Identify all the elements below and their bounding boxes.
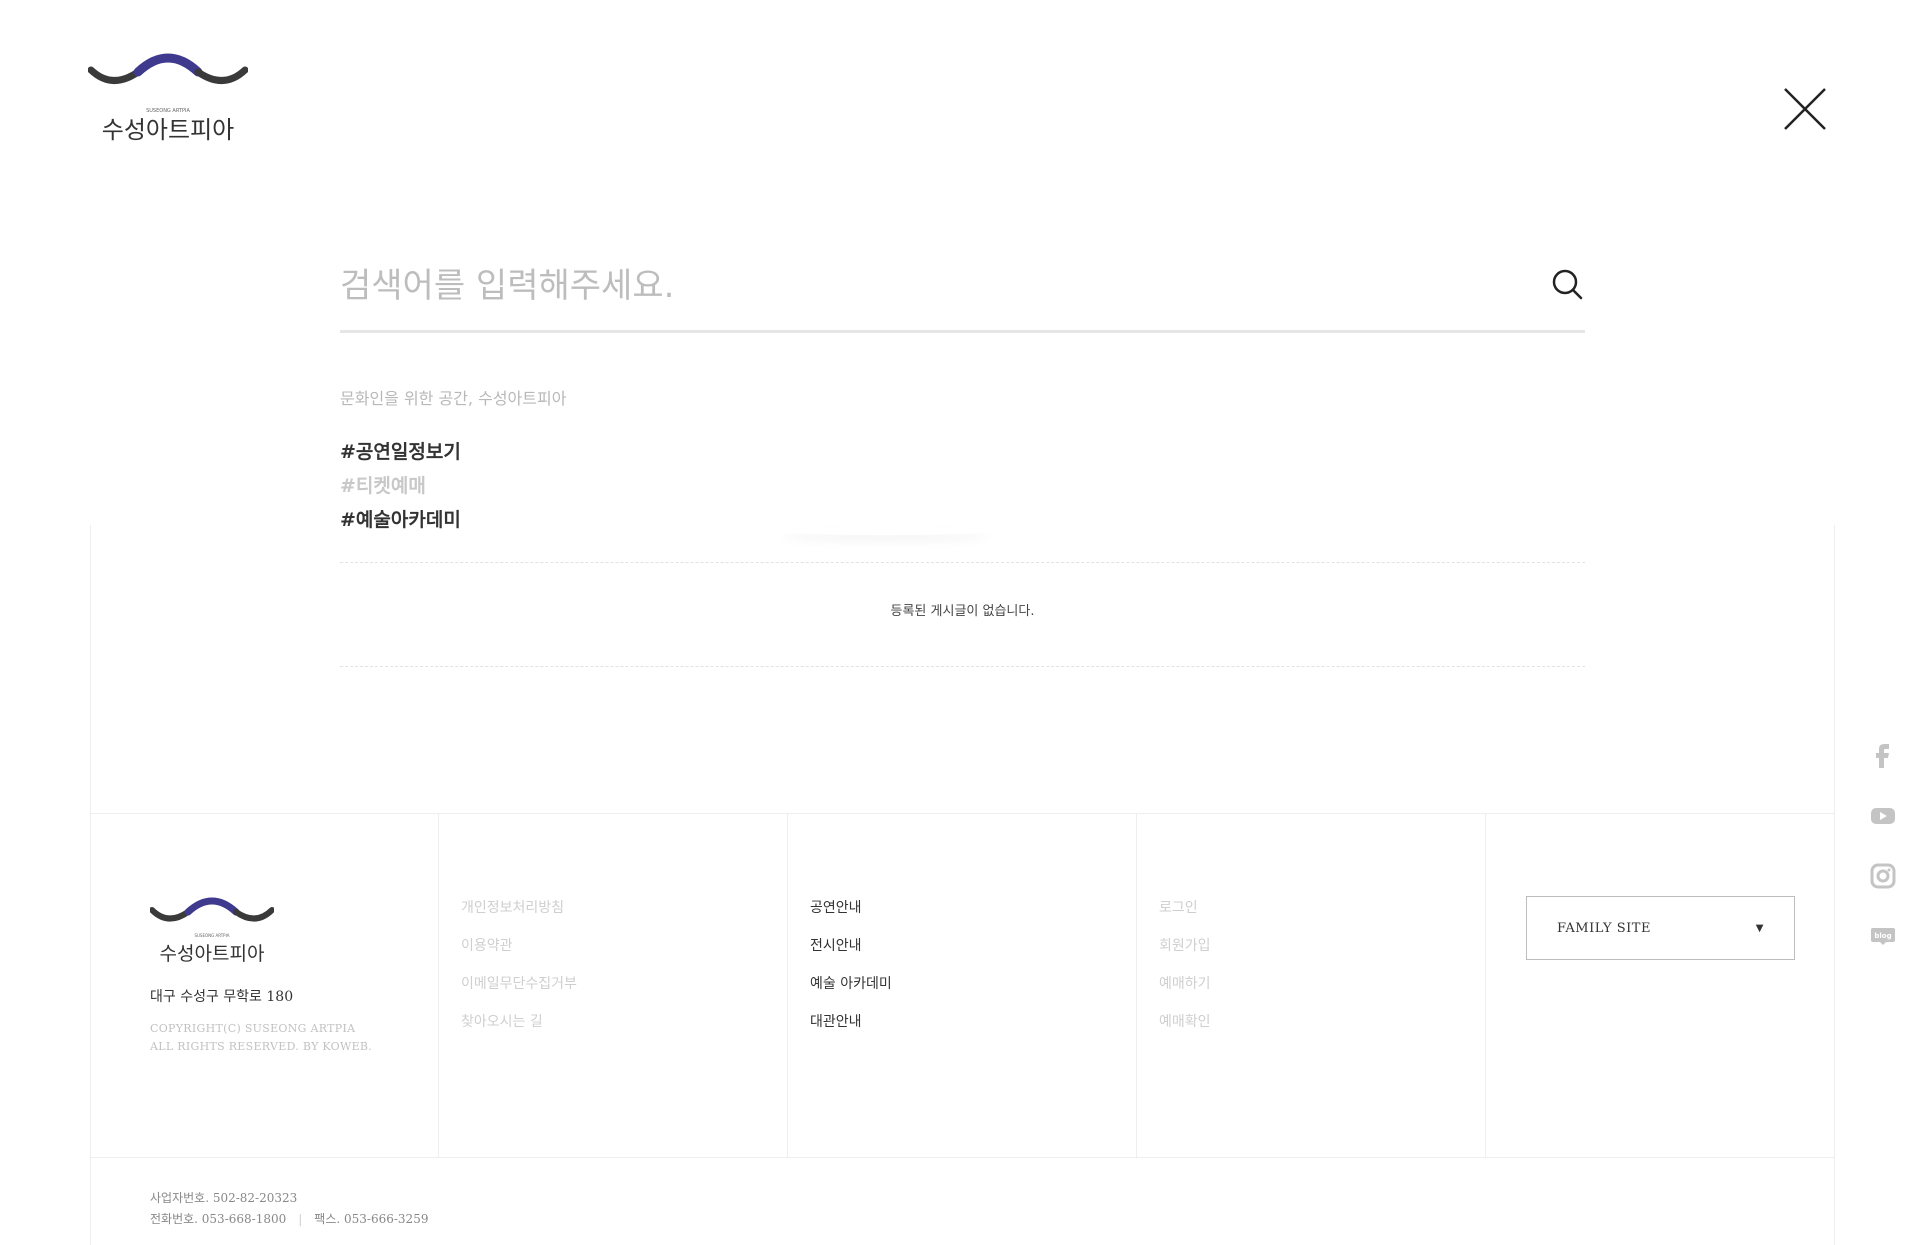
- board-empty-message: 등록된 게시글이 없습니다.: [890, 604, 1035, 619]
- close-icon: [1784, 88, 1826, 130]
- footer-address: 대구 수성구 무학로 180: [150, 989, 294, 1005]
- footer: SUSEONG ARTPIA 수성아트피아 대구 수성구 무학로 180 COP…: [90, 813, 1835, 1158]
- logo-subtitle: SUSEONG ARTPIA: [146, 108, 190, 114]
- close-button[interactable]: [1783, 87, 1833, 137]
- copyright-line-1: COPYRIGHT(C) SUSEONG ARTPIA: [150, 1022, 356, 1035]
- footer-link-privacy[interactable]: 개인정보처리방침: [461, 896, 787, 934]
- search-input[interactable]: [340, 260, 1500, 312]
- board-divider-top: [340, 562, 1585, 563]
- footer-links-policy: 개인정보처리방침 이용약관 이메일무단수집거부 찾아오시는 길: [439, 814, 788, 1157]
- footer-link-booking-check[interactable]: 예매확인: [1159, 1010, 1485, 1048]
- footer-link-terms[interactable]: 이용약관: [461, 934, 787, 972]
- overlay-bottom-shadow: [780, 527, 990, 535]
- footer-links-member: 로그인 회원가입 예매하기 예매확인: [1137, 814, 1486, 1157]
- caret-down-icon: ▼: [1755, 922, 1764, 934]
- footer-link-exhibitions[interactable]: 전시안내: [810, 934, 1136, 972]
- search-button[interactable]: [1551, 268, 1585, 302]
- footer-logo[interactable]: SUSEONG ARTPIA 수성아트피아: [149, 894, 275, 970]
- tag-academy[interactable]: #예술아카데미: [340, 503, 461, 537]
- board-divider-bottom: [340, 666, 1585, 667]
- footer-link-login[interactable]: 로그인: [1159, 896, 1485, 934]
- tag-ticket[interactable]: #티켓예매: [340, 469, 461, 503]
- copyright-line-2: ALL RIGHTS RESERVED. BY KOWEB.: [150, 1040, 373, 1053]
- tag-schedule[interactable]: #공연일정보기: [340, 435, 461, 469]
- fax-number: 팩스. 053-666-3259: [314, 1212, 429, 1226]
- search-icon: [1552, 269, 1583, 300]
- business-number: 사업자번호. 502-82-20323: [150, 1191, 298, 1205]
- footer-logo-name: 수성아트피아: [160, 943, 265, 965]
- footer-link-rental[interactable]: 대관안내: [810, 1010, 1136, 1048]
- page: 등록된 게시글이 없습니다. SUSEONG ARTPIA 수성아트피아 대구 …: [0, 0, 1920, 1245]
- business-info: 사업자번호. 502-82-20323 전화번호. 053-668-1800 | 팩…: [150, 1188, 428, 1230]
- footer-link-directions[interactable]: 찾아오시는 길: [461, 1010, 787, 1048]
- footer-brand: SUSEONG ARTPIA 수성아트피아 대구 수성구 무학로 180 COP…: [90, 814, 439, 1157]
- footer-family: FAMILY SITE ▼: [1486, 814, 1835, 1157]
- suggestion-title: 문화인을 위한 공간, 수성아트피아: [340, 389, 567, 408]
- footer-link-email-refusal[interactable]: 이메일무단수집거부: [461, 972, 787, 1010]
- blog-icon[interactable]: blog: [1870, 920, 1900, 980]
- logo-mark: SUSEONG ARTPIA 수성아트피아: [87, 53, 249, 144]
- family-site-label: FAMILY SITE: [1557, 920, 1651, 936]
- instagram-icon[interactable]: [1870, 860, 1900, 920]
- logo-name: 수성아트피아: [102, 116, 234, 144]
- footer-link-booking[interactable]: 예매하기: [1159, 972, 1485, 1010]
- footer-logo-subtitle: SUSEONG ARTPIA: [194, 933, 229, 938]
- facebook-icon[interactable]: [1870, 740, 1900, 800]
- youtube-icon[interactable]: [1870, 800, 1900, 860]
- footer-links-guide: 공연안내 전시안내 예술 아카데미 대관안내: [788, 814, 1137, 1157]
- social-bar: blog: [1870, 740, 1900, 980]
- footer-link-signup[interactable]: 회원가입: [1159, 934, 1485, 972]
- phone-number: 전화번호. 053-668-1800: [150, 1212, 287, 1226]
- header-logo[interactable]: SUSEONG ARTPIA 수성아트피아: [87, 48, 249, 148]
- family-site-select[interactable]: FAMILY SITE ▼: [1526, 896, 1795, 960]
- footer-link-performances[interactable]: 공연안내: [810, 896, 1136, 934]
- footer-copyright: COPYRIGHT(C) SUSEONG ARTPIA ALL RIGHTS R…: [150, 1020, 438, 1056]
- footer-link-academy[interactable]: 예술 아카데미: [810, 972, 1136, 1010]
- suggestion-tags: #공연일정보기 #티켓예매 #예술아카데미: [340, 435, 461, 537]
- svg-text:blog: blog: [1874, 932, 1891, 940]
- info-separator: |: [298, 1212, 303, 1226]
- search-bar: [340, 250, 1585, 333]
